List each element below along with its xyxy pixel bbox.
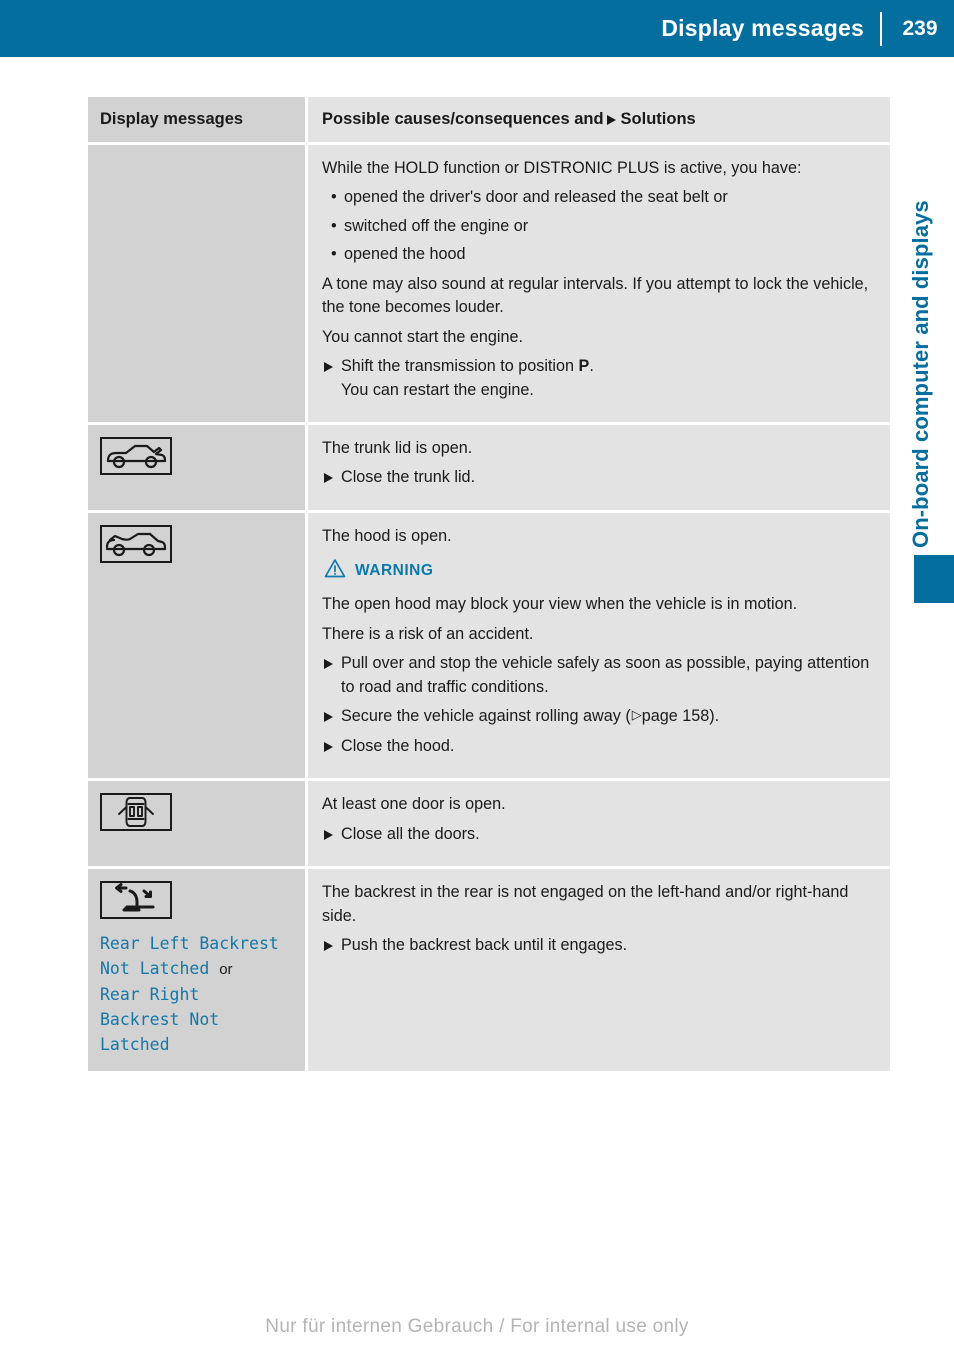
message-code-line: Not Latched <box>100 959 210 979</box>
solution-step: Close the trunk lid. <box>322 466 876 489</box>
display-messages-table: Display messages Possible causes/consequ… <box>88 97 890 1072</box>
row-icon-cell <box>88 512 308 779</box>
solution-step: Push the backrest back until it engages. <box>322 934 876 957</box>
warning-triangle-icon <box>324 558 346 583</box>
row-paragraph: The hood is open. <box>322 526 452 545</box>
solution-step: Pull over and stop the vehicle safely as… <box>322 652 876 699</box>
row-paragraph: The backrest in the rear is not engaged … <box>322 883 849 925</box>
display-message-code: Rear Left Backrest Not Latched or Rear R… <box>100 931 293 1057</box>
table-row: Rear Left Backrest Not Latched or Rear R… <box>88 869 890 1072</box>
page-root: Display messages 239 On-board computer a… <box>0 0 954 1354</box>
column-header-causes-solutions: Possible causes/consequences and Solution… <box>322 109 876 130</box>
table-row: The trunk lid is open. Close the trunk l… <box>88 424 890 513</box>
column-header-display-messages: Display messages <box>100 110 244 128</box>
message-code-line: Backrest Not <box>100 1010 220 1030</box>
table-header-cell-right: Possible causes/consequences and Solution… <box>308 97 890 142</box>
solution-step: Close all the doors. <box>322 823 876 846</box>
page-header-bar: Display messages 239 <box>0 0 954 57</box>
chapter-tab-label: On-board computer and displays <box>908 200 933 548</box>
message-code-line: Rear Right <box>100 985 200 1005</box>
column-header-text-after: Solutions <box>620 110 696 128</box>
row-icon-cell <box>88 424 308 510</box>
row-content-cell: The trunk lid is open. Close the trunk l… <box>308 424 890 510</box>
row-content-cell: The hood is open. WARNING The open hood … <box>308 512 890 779</box>
warning-label: WARNING <box>355 561 434 579</box>
list-item: opened the hood <box>322 243 876 267</box>
row-paragraph: At least one door is open. <box>322 795 506 814</box>
message-code-line: Latched <box>100 1035 170 1055</box>
door-open-icon <box>100 793 172 832</box>
chapter-tab-marker <box>914 555 954 603</box>
page-reference-arrow-icon <box>632 706 642 725</box>
message-code-conjunction: or <box>219 961 233 979</box>
step-text: Shift the transmission to position <box>341 357 579 376</box>
step-text-end: . <box>589 357 594 376</box>
row-paragraph: The trunk lid is open. <box>322 438 473 457</box>
trunk-open-icon <box>100 436 172 475</box>
solution-step: Shift the transmission to position P. You… <box>322 355 876 402</box>
solution-step-with-reference: Secure the vehicle against rolling away … <box>322 705 876 728</box>
table-row: While the HOLD function or DISTRONIC PLU… <box>88 144 890 425</box>
row-icon-cell <box>88 144 308 422</box>
row-content-cell: At least one door is open. Close all the… <box>308 781 890 867</box>
column-header-text-before: Possible causes/consequences and <box>322 110 604 128</box>
row-icon-cell <box>88 781 308 867</box>
table-header-cell-left: Display messages <box>88 97 308 142</box>
warning-text-line: The open hood may block your view when t… <box>322 595 798 614</box>
table-row: At least one door is open. Close all the… <box>88 781 890 870</box>
step-bold-value: P <box>578 357 590 376</box>
warning-text-line: There is a risk of an accident. <box>322 624 534 643</box>
step-text: Secure the vehicle against rolling away … <box>341 707 631 726</box>
row-content-cell: The backrest in the rear is not engaged … <box>308 869 890 1072</box>
table-row: The hood is open. WARNING The open hood … <box>88 512 890 782</box>
row-intro-text: While the HOLD function or DISTRONIC PLU… <box>322 158 802 177</box>
list-item: opened the driver's door and released th… <box>322 186 876 210</box>
solution-step: Close the hood. <box>322 735 876 758</box>
message-code-line: Rear Left Backrest <box>100 934 279 954</box>
step-text-end: ). <box>709 707 720 726</box>
solution-arrow-icon <box>606 115 616 125</box>
page-title: Display messages <box>661 15 864 41</box>
footer-watermark: Nur für internen Gebrauch / For internal… <box>265 1316 689 1337</box>
step-sub-text: You can restart the engine. <box>341 380 534 399</box>
cause-bullet-list: opened the driver's door and released th… <box>322 186 876 267</box>
list-item: switched off the engine or <box>322 215 876 239</box>
hood-open-icon <box>100 524 172 563</box>
page-reference-link[interactable]: page 158 <box>642 707 710 725</box>
row-paragraph: A tone may also sound at regular interva… <box>322 274 869 317</box>
backrest-not-latched-icon <box>100 881 172 920</box>
table-header-row: Display messages Possible causes/consequ… <box>88 97 890 145</box>
row-paragraph: You cannot start the engine. <box>322 327 523 346</box>
page-number: 239 <box>902 16 938 40</box>
row-icon-cell: Rear Left Backrest Not Latched or Rear R… <box>88 869 308 1072</box>
row-content-cell: While the HOLD function or DISTRONIC PLU… <box>308 144 890 422</box>
warning-header: WARNING <box>324 558 876 583</box>
